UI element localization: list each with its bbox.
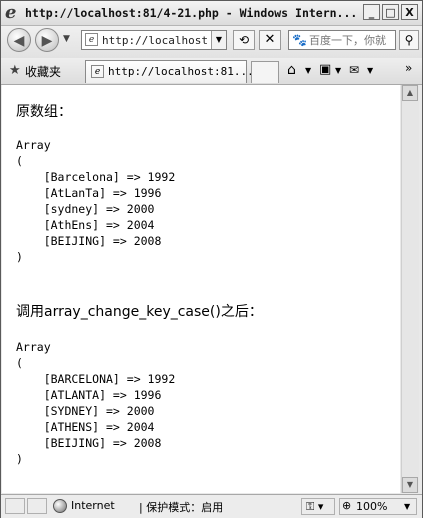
- tab-current[interactable]: e http://localhost:81...: [85, 60, 254, 83]
- page-icon: e: [85, 33, 98, 46]
- address-dropdown[interactable]: ▼: [211, 31, 226, 49]
- baidu-icon: 🐾: [292, 33, 307, 47]
- mail-dropdown[interactable]: ▼: [367, 66, 373, 75]
- feed-icon[interactable]: ▣: [319, 62, 331, 77]
- page-content: 原数组： Array ( [Barcelona] => 1992 [AtLanT…: [2, 85, 400, 493]
- zoom-dropdown[interactable]: ▼: [404, 502, 410, 511]
- maximize-button[interactable]: □: [382, 4, 399, 20]
- title-bar: e http://localhost:81/4-21.php - Windows…: [1, 1, 422, 26]
- recent-pages-dropdown[interactable]: ▼: [63, 34, 70, 44]
- stop-button[interactable]: ✕: [259, 30, 281, 50]
- scroll-up-button[interactable]: ▲: [402, 85, 418, 101]
- minimize-button[interactable]: _: [363, 4, 380, 20]
- address-input[interactable]: [102, 33, 210, 47]
- search-button[interactable]: ⚲: [399, 30, 419, 50]
- status-cell-1: [5, 498, 25, 514]
- favorites-star-icon[interactable]: ★: [9, 63, 21, 78]
- home-icon[interactable]: ⌂: [287, 62, 296, 78]
- window-title: http://localhost:81/4-21.php - Windows I…: [25, 6, 355, 20]
- browser-window: e http://localhost:81/4-21.php - Windows…: [0, 0, 423, 518]
- favorites-button[interactable]: 收藏夹: [25, 63, 61, 80]
- mail-icon[interactable]: ✉: [349, 63, 359, 77]
- stop-icon: ✕: [264, 32, 276, 47]
- search-icon: ⚲: [404, 33, 414, 47]
- close-button[interactable]: X: [401, 4, 418, 20]
- vertical-scrollbar[interactable]: ▲ ▼: [401, 85, 419, 493]
- converted-array-heading: 调用array_change_key_case()之后：: [16, 304, 263, 320]
- protected-mode-status: | 保护模式：启用: [139, 501, 224, 514]
- globe-icon: [53, 499, 67, 513]
- back-button[interactable]: ◀: [7, 28, 31, 52]
- original-array-heading: 原数组：: [16, 104, 72, 120]
- zoom-control[interactable]: ⊕ 100% ▼: [339, 498, 417, 515]
- navigation-bar: ◀ ▶ ▼ e ▼ ⟲ ✕ 🐾 ⚲: [1, 26, 422, 58]
- new-tab-button[interactable]: [251, 61, 279, 83]
- converted-array-output: Array ( [BARCELONA] => 1992 [ATLANTA] =>…: [16, 340, 176, 466]
- refresh-icon: ⟲: [238, 33, 250, 47]
- favorites-bar: ★ 收藏夹 e http://localhost:81... ⌂ ▼ ▣ ▼ ✉…: [1, 58, 422, 85]
- zoom-icon: ⊕: [342, 499, 352, 512]
- scroll-down-button[interactable]: ▼: [402, 477, 418, 493]
- back-icon: ◀: [13, 33, 25, 49]
- home-dropdown[interactable]: ▼: [305, 66, 311, 75]
- refresh-button[interactable]: ⟲: [233, 30, 255, 50]
- forward-button[interactable]: ▶: [35, 28, 59, 52]
- feed-dropdown[interactable]: ▼: [335, 66, 341, 75]
- ie-logo-icon: e: [5, 2, 17, 23]
- zoom-level: 100%: [356, 500, 388, 513]
- tab-title: http://localhost:81...: [108, 65, 254, 78]
- security-button[interactable]: ⚿ ▾: [301, 498, 335, 515]
- search-box[interactable]: 🐾: [288, 30, 396, 50]
- search-input[interactable]: [309, 33, 395, 47]
- status-bar: Internet | 保护模式：启用 ⚿ ▾ ⊕ 100% ▼: [1, 494, 422, 518]
- window-controls: _ □ X: [363, 4, 418, 20]
- tab-page-icon: e: [91, 65, 104, 78]
- security-zone[interactable]: Internet: [71, 499, 115, 512]
- more-commands-button[interactable]: »: [405, 61, 412, 75]
- address-bar[interactable]: e ▼: [81, 30, 227, 50]
- status-cell-2: [27, 498, 47, 514]
- original-array-output: Array ( [Barcelona] => 1992 [AtLanTa] =>…: [16, 138, 176, 264]
- forward-icon: ▶: [41, 33, 53, 49]
